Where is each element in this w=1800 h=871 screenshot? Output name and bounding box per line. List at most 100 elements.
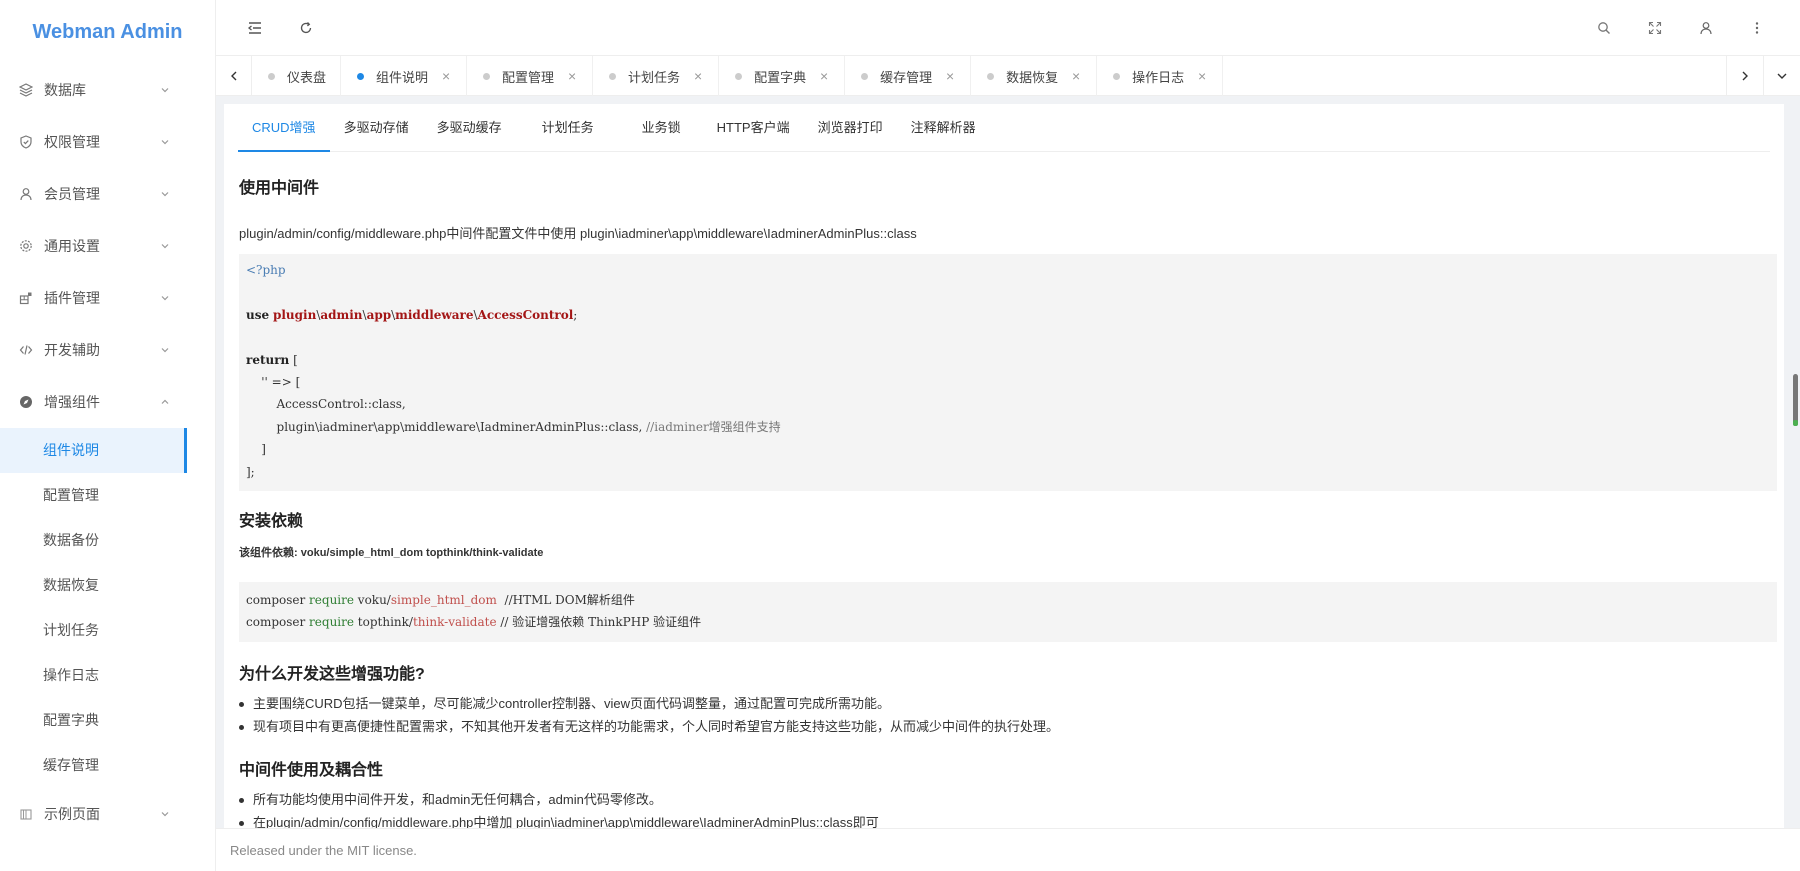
sidebar-subitem-scheduled-tasks[interactable]: 计划任务 [0, 608, 215, 653]
list-item: 现有项目中有更高便捷性配置需求，不知其他开发者有无这样的功能需求，个人同时希望官… [239, 716, 1059, 739]
user-icon[interactable] [1694, 16, 1718, 40]
tab-business-lock[interactable]: 业务锁 [616, 104, 703, 152]
tab-scheduled-tasks[interactable]: 计划任务 [516, 104, 616, 152]
more-vertical-icon[interactable] [1745, 16, 1769, 40]
dependencies-value: voku/simple_html_dom topthink/think-vali… [300, 547, 544, 559]
tab-label: 配置字典 [754, 69, 807, 85]
chevron-down-icon [159, 292, 171, 304]
tabs-dropdown-icon[interactable] [1763, 56, 1800, 96]
tab-multi-driver-cache[interactable]: 多驱动缓存 [423, 104, 516, 152]
tab-operation-log[interactable]: 操作日志 × [1097, 56, 1224, 96]
sidebar-item-enhanced-components[interactable]: 增强组件 [0, 376, 215, 428]
tab-cache-management[interactable]: 缓存管理 × [845, 56, 972, 96]
sidebar-subitem-component-docs[interactable]: 组件说明 [0, 428, 187, 473]
code-comment: //iadminer增强组件支持 [646, 419, 781, 434]
code-package: simple_html_dom [390, 593, 497, 607]
code-text: composer [246, 593, 310, 607]
chevron-down-icon [159, 136, 171, 148]
gear-icon [18, 238, 34, 254]
tab-scheduled-tasks[interactable]: 计划任务 × [593, 56, 720, 96]
close-icon[interactable]: × [1070, 68, 1082, 84]
code-block-middleware-config: <?php use plugin\admin\app\middleware\Ac… [239, 254, 1777, 491]
code-namespace-part: AccessControl [477, 307, 574, 322]
close-icon[interactable]: × [944, 68, 956, 84]
sidebar-item-label: 示例页面 [44, 806, 100, 822]
app-root: Webman Admin 数据库 权限管理 会员管理 通用设置 插件管理 开发辅… [0, 0, 1800, 871]
list-item: 在plugin/admin/config/middleware.php中增加 p… [239, 812, 879, 828]
sidebar-subitem-config-management[interactable]: 配置管理 [0, 473, 215, 518]
page-tabs: 仪表盘 组件说明 × 配置管理 × 计划任务 × 配置字典 × 缓存管理 × 数… [216, 56, 1800, 96]
code-keyword: require [309, 615, 354, 630]
chevron-down-icon [159, 188, 171, 200]
content-scrollbar[interactable] [1792, 104, 1800, 828]
tab-multi-driver-storage[interactable]: 多驱动存储 [330, 104, 423, 152]
chevron-down-icon [159, 808, 171, 820]
sidebar-item-plugins[interactable]: 插件管理 [0, 272, 215, 324]
sidebar-subitem-config-dictionary[interactable]: 配置字典 [0, 698, 215, 743]
tab-dashboard[interactable]: 仪表盘 [252, 56, 342, 96]
tab-config-management[interactable]: 配置管理 × [467, 56, 594, 96]
refresh-icon[interactable] [294, 16, 318, 40]
close-icon[interactable]: × [692, 68, 704, 84]
tab-annotation-parser[interactable]: 注释解析器 [897, 104, 990, 152]
tab-label: 数据恢复 [1006, 69, 1059, 85]
content-panel: CRUD增强 多驱动存储 多驱动缓存 计划任务 业务锁 HTTP客户端 浏览器打… [224, 104, 1784, 828]
search-icon[interactable] [1592, 16, 1616, 40]
tab-crud-enhance[interactable]: CRUD增强 [238, 104, 330, 152]
code-namespace-part: admin [320, 307, 363, 322]
sidebar-item-permissions[interactable]: 权限管理 [0, 116, 215, 168]
sidebar-item-general-settings[interactable]: 通用设置 [0, 220, 215, 272]
tab-status-dot [483, 72, 491, 80]
sidebar-item-dev-tools[interactable]: 开发辅助 [0, 324, 215, 376]
footer: Released under the MIT license. [216, 828, 1800, 871]
tab-http-client[interactable]: HTTP客户端 [703, 104, 804, 152]
code-namespace-part: app [366, 307, 392, 322]
shield-icon [18, 134, 34, 150]
code-keyword: use [246, 307, 270, 322]
code-comment: // 验证增强依赖 ThinkPHP 验证组件 [496, 615, 702, 630]
code-text: voku/ [353, 593, 391, 607]
sidebar-subitem-cache-management[interactable]: 缓存管理 [0, 743, 215, 788]
close-icon[interactable]: × [818, 68, 830, 84]
tab-component-docs[interactable]: 组件说明 × [341, 56, 468, 96]
app-logo[interactable]: Webman Admin [0, 0, 215, 64]
fullscreen-icon[interactable] [1643, 16, 1667, 40]
list-item: 主要围绕CURD包括一键菜单，尽可能减少controller控制器、view页面… [239, 693, 1059, 716]
tabs-scroll-right-icon[interactable] [1726, 56, 1762, 96]
tab-status-dot [268, 72, 275, 80]
tab-data-restore[interactable]: 数据恢复 × [971, 56, 1098, 96]
tab-config-dictionary[interactable]: 配置字典 × [719, 56, 846, 96]
close-icon[interactable]: × [566, 68, 578, 84]
code-line: ] [246, 442, 266, 457]
chevron-down-icon [159, 240, 171, 252]
code-keyword: return [246, 352, 290, 367]
sidebar-item-example-pages[interactable]: 示例页面 [0, 788, 215, 840]
sidebar-subitem-operation-log[interactable]: 操作日志 [0, 653, 215, 698]
tabs-scroll-left-icon[interactable] [216, 56, 252, 96]
sidebar-subitem-data-restore[interactable]: 数据恢复 [0, 563, 215, 608]
code-icon [18, 342, 34, 358]
tab-status-dot [735, 72, 743, 80]
code-php-open-tag: <?php [246, 263, 286, 277]
chevron-up-icon [159, 396, 171, 408]
puzzle-icon [18, 290, 34, 306]
compass-icon [18, 394, 34, 410]
sidebar-subitem-data-backup[interactable]: 数据备份 [0, 518, 215, 563]
sidebar: Webman Admin 数据库 权限管理 会员管理 通用设置 插件管理 开发辅… [0, 0, 216, 871]
tab-browser-print[interactable]: 浏览器打印 [804, 104, 897, 152]
scrollbar-thumb[interactable] [1793, 374, 1798, 426]
sidebar-item-label: 会员管理 [44, 186, 100, 202]
close-icon[interactable]: × [1196, 68, 1208, 84]
tab-list: 仪表盘 组件说明 × 配置管理 × 计划任务 × 配置字典 × 缓存管理 × 数… [252, 56, 1224, 96]
section-heading-dependencies: 安装依赖 [239, 513, 304, 530]
close-icon[interactable]: × [440, 68, 452, 84]
sidebar-item-database[interactable]: 数据库 [0, 64, 215, 116]
sidebar-item-members[interactable]: 会员管理 [0, 168, 215, 220]
code-text: [ [289, 352, 298, 367]
menu-collapse-icon[interactable] [243, 16, 267, 40]
tab-label: 配置管理 [502, 69, 555, 85]
tab-status-dot [1113, 72, 1121, 80]
sidebar-item-label: 插件管理 [44, 290, 100, 306]
tab-label: 仪表盘 [287, 69, 327, 85]
tab-label: 操作日志 [1132, 69, 1185, 85]
